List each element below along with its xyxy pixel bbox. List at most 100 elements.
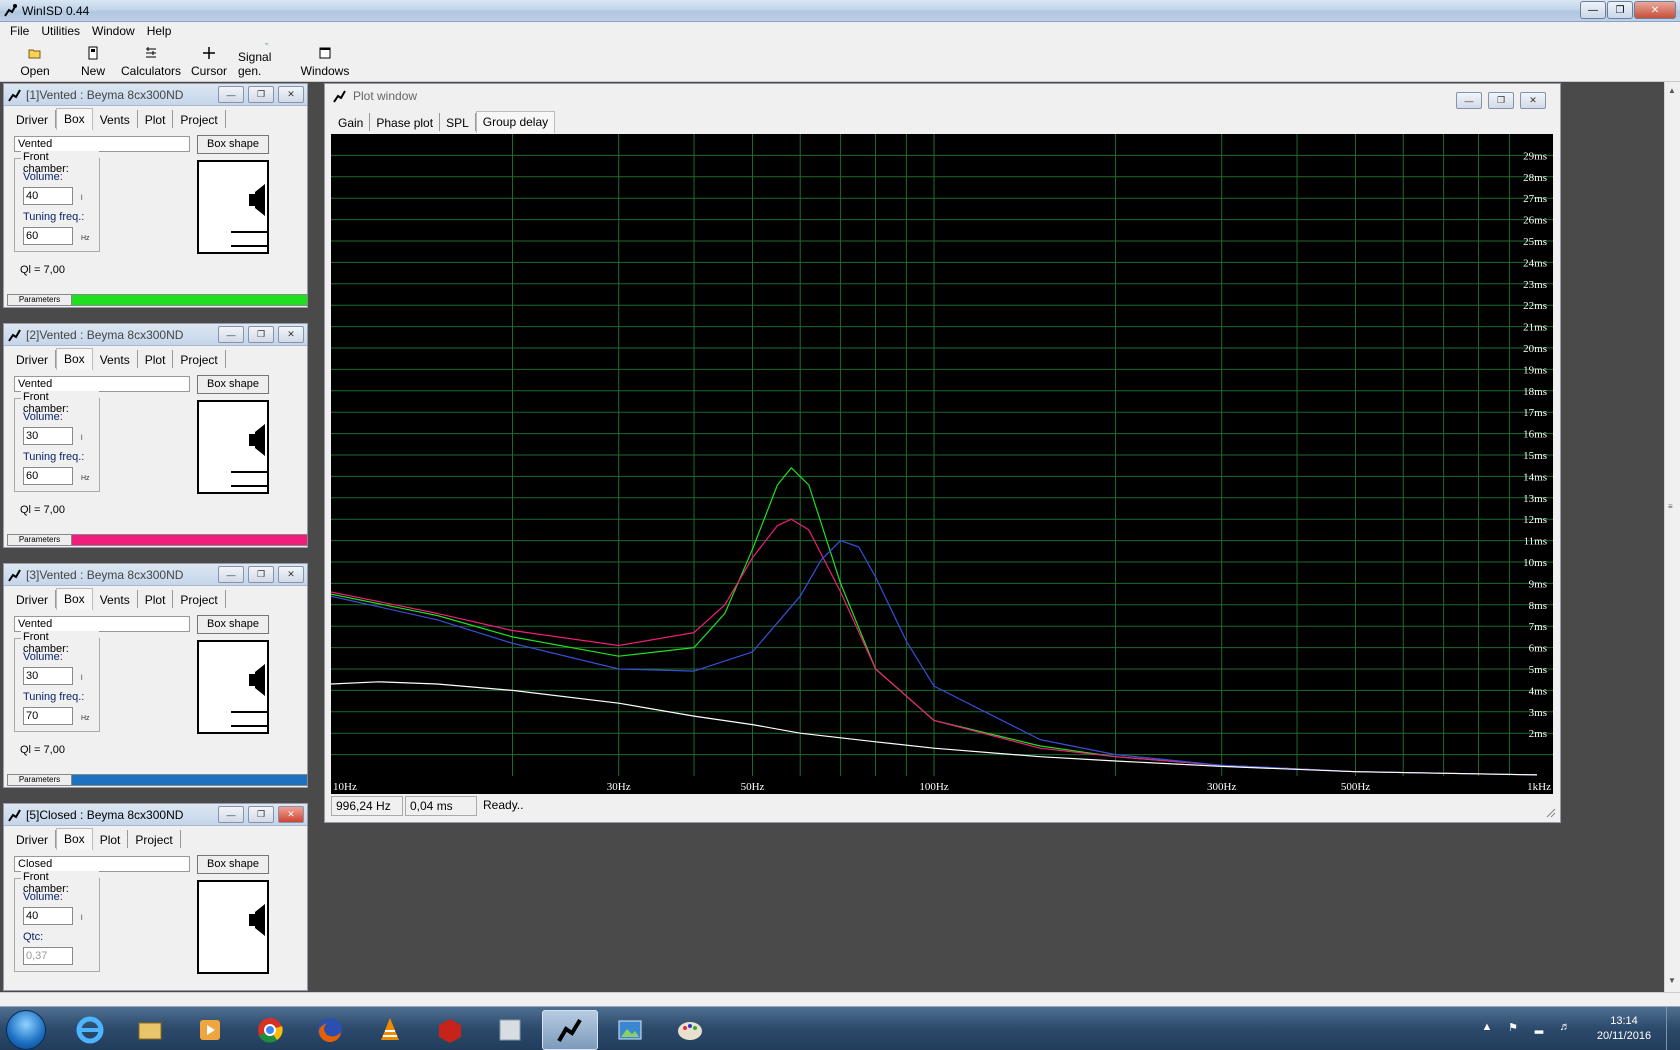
- restore-button[interactable]: ❐: [248, 566, 274, 583]
- minimize-button[interactable]: —: [218, 806, 244, 823]
- show-desktop-button[interactable]: [1666, 1007, 1680, 1050]
- project-titlebar[interactable]: [1]Vented : Beyma 8cx300ND — ❐ ✕: [4, 84, 307, 106]
- tab-driver[interactable]: Driver: [9, 830, 56, 848]
- box-shape-button[interactable]: Box shape: [197, 615, 269, 634]
- scroll-down-icon[interactable]: ▼: [1668, 976, 1676, 985]
- menu-file[interactable]: File: [4, 22, 35, 42]
- menu-window[interactable]: Window: [86, 22, 141, 42]
- taskbar-firefox[interactable]: [302, 1010, 358, 1050]
- new-button[interactable]: New: [64, 42, 122, 80]
- project-titlebar[interactable]: [2]Vented : Beyma 8cx300ND — ❐ ✕: [4, 324, 307, 346]
- resize-grip-icon[interactable]: [1544, 806, 1556, 818]
- minimize-button[interactable]: —: [218, 326, 244, 343]
- system-clock[interactable]: 13:14 20/11/2016: [1586, 1014, 1662, 1044]
- tab-phase-plot[interactable]: Phase plot: [370, 113, 441, 131]
- tuning-freq-input[interactable]: 60: [23, 227, 73, 245]
- tab-box[interactable]: Box: [56, 348, 93, 370]
- tab-project[interactable]: Project: [128, 830, 181, 848]
- cursor-button[interactable]: Cursor: [180, 42, 238, 80]
- box-shape-button[interactable]: Box shape: [197, 855, 269, 874]
- project-window-2[interactable]: [2]Vented : Beyma 8cx300ND — ❐ ✕ Driver …: [3, 323, 308, 548]
- tab-group-delay[interactable]: Group delay: [475, 111, 556, 133]
- restore-button[interactable]: ❐: [248, 86, 274, 103]
- taskbar-ie[interactable]: [62, 1010, 118, 1050]
- tray-expand-icon[interactable]: ▲: [1479, 1021, 1495, 1037]
- tuning-freq-input[interactable]: 60: [23, 467, 73, 485]
- project-window-3[interactable]: [3]Vented : Beyma 8cx300ND — ❐ ✕ Driver …: [3, 563, 308, 788]
- restore-button[interactable]: ❐: [1488, 92, 1514, 109]
- close-button[interactable]: ✕: [1634, 1, 1676, 19]
- taskbar-daemon-tools[interactable]: [482, 1010, 538, 1050]
- taskbar-paint[interactable]: [662, 1010, 718, 1050]
- volume-icon[interactable]: ♬: [1557, 1021, 1573, 1037]
- scroll-up-icon[interactable]: ▲: [1668, 86, 1676, 95]
- parameters-bar[interactable]: Parameters: [7, 294, 308, 306]
- tab-project[interactable]: Project: [173, 590, 226, 608]
- menu-help[interactable]: Help: [141, 22, 178, 42]
- tab-driver[interactable]: Driver: [9, 590, 56, 608]
- taskbar-sketchup[interactable]: [422, 1010, 478, 1050]
- minimize-button[interactable]: —: [1456, 92, 1482, 109]
- taskbar-winisd[interactable]: [542, 1010, 598, 1050]
- volume-input[interactable]: 40: [23, 187, 73, 205]
- tab-vents[interactable]: Vents: [93, 110, 138, 128]
- taskbar-chrome[interactable]: [242, 1010, 298, 1050]
- box-type-select[interactable]: Closed: [14, 856, 190, 872]
- tab-project[interactable]: Project: [173, 110, 226, 128]
- tab-vents[interactable]: Vents: [93, 590, 138, 608]
- network-icon[interactable]: ▂: [1531, 1021, 1547, 1037]
- box-shape-button[interactable]: Box shape: [197, 375, 269, 394]
- vertical-scrollbar[interactable]: ▲ ≡ ▼: [1664, 82, 1680, 992]
- box-type-select[interactable]: Vented: [14, 616, 190, 632]
- box-type-select[interactable]: Vented: [14, 376, 190, 392]
- parameters-bar[interactable]: Parameters: [7, 534, 308, 546]
- minimize-button[interactable]: —: [1580, 1, 1606, 19]
- parameters-bar[interactable]: Parameters: [7, 774, 308, 786]
- scroll-grip-icon[interactable]: ≡: [1668, 502, 1673, 511]
- close-button[interactable]: ✕: [278, 86, 304, 103]
- box-shape-button[interactable]: Box shape: [197, 135, 269, 154]
- tab-vents[interactable]: Vents: [93, 350, 138, 368]
- volume-input[interactable]: 40: [23, 907, 73, 925]
- close-button[interactable]: ✕: [278, 806, 304, 823]
- tab-plot[interactable]: Plot: [138, 590, 174, 608]
- tab-box[interactable]: Box: [56, 108, 93, 130]
- tab-box[interactable]: Box: [56, 588, 93, 610]
- taskbar-explorer[interactable]: [122, 1010, 178, 1050]
- open-button[interactable]: Open: [6, 42, 64, 80]
- taskbar-media-player[interactable]: [182, 1010, 238, 1050]
- tab-box[interactable]: Box: [56, 828, 93, 850]
- close-button[interactable]: ✕: [1520, 92, 1546, 109]
- plot-window[interactable]: Plot window — ❐ ✕ Gain Phase plot SPL Gr…: [324, 83, 1561, 823]
- tab-gain[interactable]: Gain: [332, 113, 371, 131]
- restore-button[interactable]: ❐: [248, 326, 274, 343]
- tab-spl[interactable]: SPL: [440, 113, 476, 131]
- tuning-freq-input[interactable]: 70: [23, 707, 73, 725]
- tab-plot[interactable]: Plot: [138, 110, 174, 128]
- volume-input[interactable]: 30: [23, 427, 73, 445]
- tab-project[interactable]: Project: [173, 350, 226, 368]
- project-window-5[interactable]: [5]Closed : Beyma 8cx300ND — ❐ ✕ Driver …: [3, 803, 308, 991]
- tab-plot[interactable]: Plot: [138, 350, 174, 368]
- close-button[interactable]: ✕: [278, 326, 304, 343]
- horizontal-scrollbar[interactable]: [0, 992, 1680, 1006]
- minimize-button[interactable]: —: [218, 566, 244, 583]
- box-type-select[interactable]: Vented: [14, 136, 190, 152]
- project-window-1[interactable]: [1]Vented : Beyma 8cx300ND — ❐ ✕ Driver …: [3, 83, 308, 308]
- group-delay-chart[interactable]: 2ms 3ms 4ms 5ms 6ms 7ms 8ms 9ms 10ms 11ms 12ms 13ms…: [331, 134, 1553, 794]
- minimize-button[interactable]: —: [218, 86, 244, 103]
- taskbar-vlc[interactable]: [362, 1010, 418, 1050]
- tab-driver[interactable]: Driver: [9, 110, 56, 128]
- windows-button[interactable]: Windows: [296, 42, 354, 80]
- project-titlebar[interactable]: [3]Vented : Beyma 8cx300ND — ❐ ✕: [4, 564, 307, 586]
- menu-utilities[interactable]: Utilities: [35, 22, 86, 42]
- close-button[interactable]: ✕: [278, 566, 304, 583]
- tab-plot[interactable]: Plot: [93, 830, 129, 848]
- restore-button[interactable]: ❐: [1607, 1, 1633, 19]
- start-button[interactable]: [6, 1010, 46, 1050]
- taskbar-photo-viewer[interactable]: [602, 1010, 658, 1050]
- volume-input[interactable]: 30: [23, 667, 73, 685]
- plot-titlebar[interactable]: Plot window — ❐ ✕: [325, 84, 1560, 109]
- action-center-flag-icon[interactable]: ⚑: [1505, 1021, 1521, 1037]
- project-titlebar[interactable]: [5]Closed : Beyma 8cx300ND — ❐ ✕: [4, 804, 307, 826]
